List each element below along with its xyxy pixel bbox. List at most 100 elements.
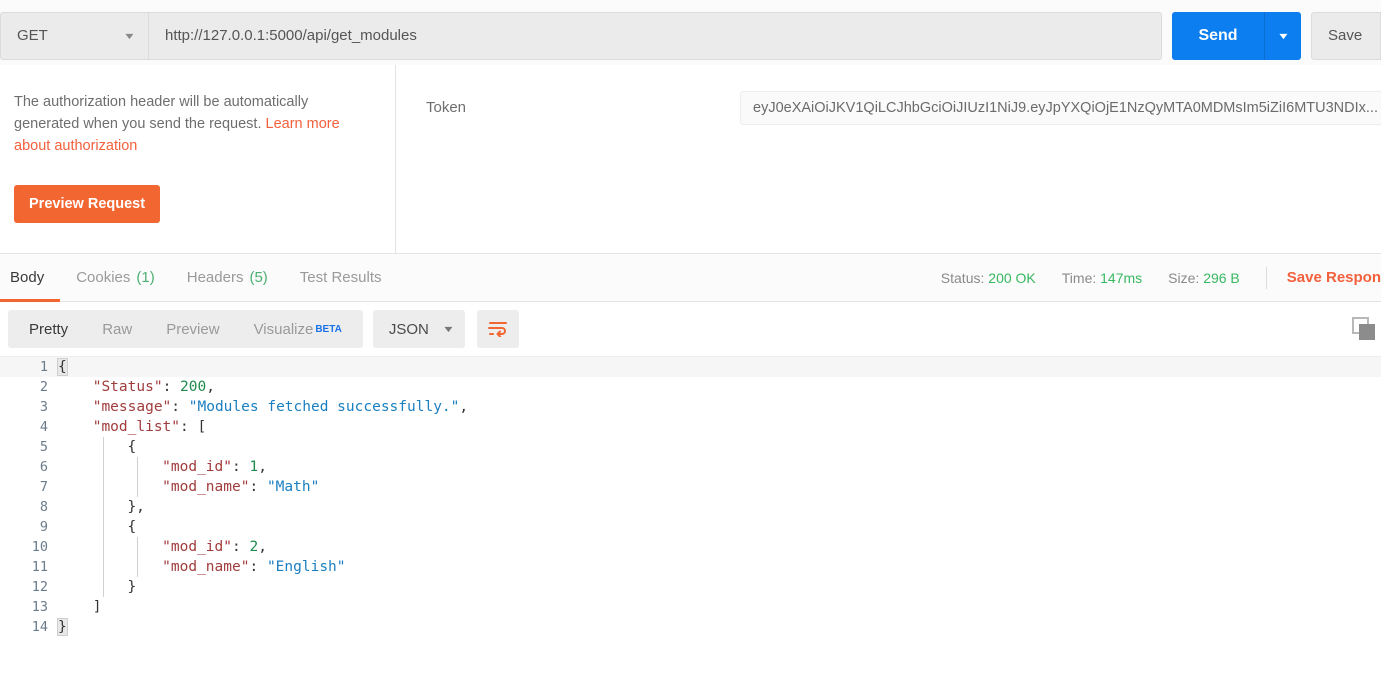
code-token: "mod_name" [162,559,250,575]
response-meta: Status: 200 OK Time: 147ms Size: 296 B S… [915,266,1381,289]
line-number: 4 [39,419,48,435]
code-token: : [232,459,250,475]
code-line: 3 "message": "Modules fetched successfull… [0,397,1381,417]
code-token: "message" [92,399,172,415]
code-text: } [57,618,68,636]
code-text: "Status": 200, [58,379,215,395]
code-token: : [232,539,250,555]
format-tab-preview-label: Preview [166,320,220,338]
code-token: { [127,519,137,535]
line-number: 5 [39,439,48,455]
code-text: "message": "Modules fetched successfully… [58,399,468,415]
line-number: 1 [39,359,48,375]
chevron-down-icon: ▼ [441,324,456,334]
save-button[interactable]: Save [1311,11,1381,60]
code-text: } [58,579,136,595]
response-format-bar: Pretty Raw Preview Visualize BETA JSON ▼ [0,302,1381,356]
size-label: Size: [1168,269,1200,286]
authorization-info: The authorization header will be automat… [0,65,396,253]
code-text: { [58,519,136,535]
response-tab-bar: Body Cookies (1) Headers (5) Test Result… [0,254,1381,302]
preview-request-button[interactable]: Preview Request [14,185,161,223]
format-tab-raw[interactable]: Raw [85,310,149,348]
line-number: 12 [31,579,48,595]
code-text: { [57,358,68,376]
code-line: 10 "mod_id": 2, [0,537,1381,557]
line-number: 2 [39,379,48,395]
code-text: "mod_name": "Math" [58,479,319,495]
response-language-label: JSON [388,320,429,338]
code-line: 14} [0,617,1381,637]
code-line: 4 "mod_list": [ [0,417,1381,437]
size-value: 296 B [1203,269,1240,286]
code-token: "Modules fetched successfully." [188,399,460,415]
tab-headers-label: Headers [186,269,244,286]
code-line: 12} [0,577,1381,597]
authorization-panel: The authorization header will be automat… [0,65,1381,254]
code-token: , [206,379,215,395]
save-response-button[interactable]: Save Respon [1287,269,1381,286]
url-input[interactable]: http://127.0.0.1:5000/api/get_modules [148,11,1162,60]
format-tab-pretty-label: Pretty [29,320,69,338]
status-value: 200 OK [988,269,1036,286]
tab-body[interactable]: Body [0,254,61,302]
tab-cookies-label: Cookies [76,269,131,286]
code-token: { [127,439,137,455]
code-token: : [171,399,189,415]
format-tab-raw-label: Raw [102,320,133,338]
tab-test-results[interactable]: Test Results [284,254,398,302]
response-language-select[interactable]: JSON ▼ [372,310,465,348]
authorization-description: The authorization header will be automat… [14,91,375,157]
token-field-group: Token eyJ0eXAiOiJKV1QiLCJhbGciOiJIUzI1Ni… [396,65,1381,253]
code-line: 8}, [0,497,1381,517]
url-text: http://127.0.0.1:5000/api/get_modules [165,27,417,44]
line-number: 11 [31,559,48,575]
send-button[interactable]: Send [1172,11,1264,60]
code-token: }, [127,499,145,515]
code-line: 6 "mod_id": 1, [0,457,1381,477]
line-number: 9 [39,519,48,535]
response-body-code[interactable]: 1 {2 "Status": 200, 3 "message": "Modules fe… [0,356,1381,695]
send-options-button[interactable]: ▼ [1264,11,1301,60]
code-token: , [258,539,267,555]
code-token: 200 [180,379,207,395]
format-tab-pretty[interactable]: Pretty [12,310,85,348]
code-text: ] [58,599,102,615]
format-tab-visualize[interactable]: Visualize BETA [237,310,359,348]
code-token: } [127,579,137,595]
code-line: 13] [0,597,1381,617]
code-text: }, [58,499,145,515]
code-token: "mod_name" [162,479,250,495]
tab-cookies[interactable]: Cookies (1) [60,254,171,302]
code-token: 2 [249,539,259,555]
copy-response-button[interactable] [1351,316,1377,347]
line-number: 10 [31,539,48,555]
code-token: "mod_id" [162,459,232,475]
request-url-bar: GET ▼ http://127.0.0.1:5000/api/get_modu… [0,0,1381,65]
code-line: 5{ [0,437,1381,457]
token-input[interactable]: eyJ0eXAiOiJKV1QiLCJhbGciOiJIUzI1NiJ9.eyJ… [740,91,1381,125]
status-metric: Status: 200 OK [941,270,1036,286]
code-token: ] [92,599,102,615]
copy-icon [1352,317,1375,340]
code-token: : [162,379,181,395]
code-token: : [ [180,419,207,435]
format-tab-preview[interactable]: Preview [149,310,236,348]
code-line: 9{ [0,517,1381,537]
code-line: 11 "mod_name": "English" [0,557,1381,577]
chevron-down-icon: ▼ [122,30,137,41]
tab-body-label: Body [10,269,45,286]
http-method-select[interactable]: GET ▼ [0,11,148,60]
tab-headers[interactable]: Headers (5) [171,254,284,302]
beta-badge: BETA [315,323,342,335]
code-token: "mod_id" [162,539,232,555]
code-token: : [249,479,267,495]
http-method-label: GET [17,27,48,44]
code-line: 7 "mod_name": "Math" [0,477,1381,497]
line-number: 8 [39,499,48,515]
code-token: , [258,459,267,475]
code-token: "English" [266,559,346,575]
wrap-text-button[interactable] [476,310,519,348]
token-label: Token [426,99,467,116]
code-token: "Math" [266,479,320,495]
